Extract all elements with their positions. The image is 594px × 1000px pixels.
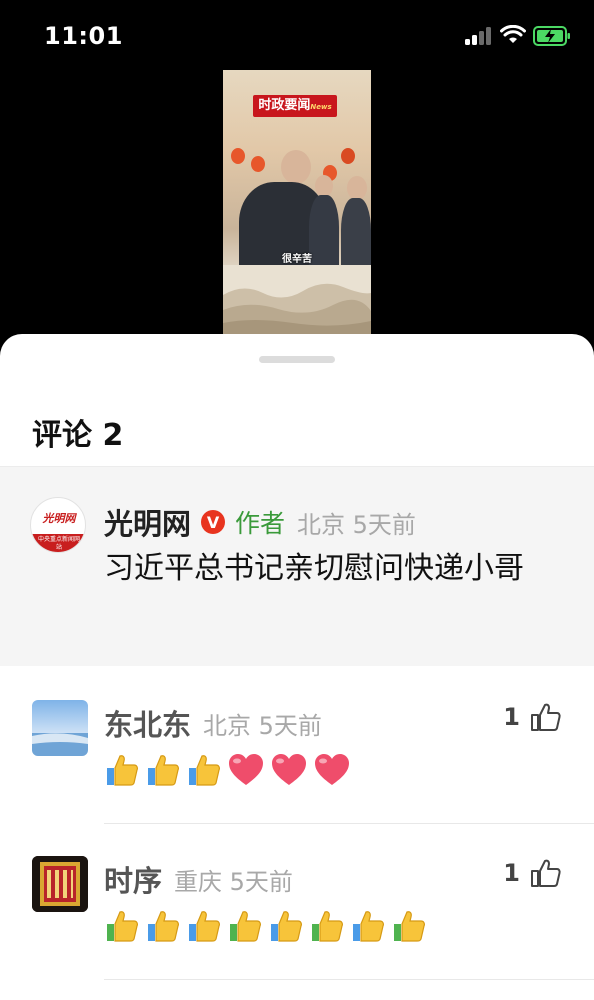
comment-meta: 重庆 5天前	[174, 867, 293, 896]
comment-item[interactable]: 时序 重庆 5天前 1	[0, 840, 594, 996]
like-button[interactable]: 1	[503, 702, 562, 732]
heart-emoji-icon	[272, 754, 306, 785]
thumbs-up-emoji-icon	[107, 911, 138, 942]
author-tag: 作者	[235, 509, 286, 538]
username[interactable]: 光明网	[104, 501, 191, 543]
thumbs-up-emoji-icon	[312, 911, 343, 942]
like-button[interactable]: 1	[503, 858, 562, 888]
username[interactable]: 时序	[104, 858, 162, 900]
comment-header: 东北东 北京 5天前	[104, 702, 322, 744]
comment-divider	[104, 823, 594, 824]
status-time: 11:01	[44, 22, 123, 50]
heart-emoji-icon	[229, 754, 263, 785]
comment-text: 习近平总书记亲切慰问快递小哥	[104, 551, 524, 586]
pinned-author-comment[interactable]: 光明网 中央重点新闻网站 光明网 V 作者 北京 5天前 习近平总书记亲切慰问快…	[0, 466, 594, 666]
comment-header: 光明网 V 作者 北京 5天前	[104, 501, 416, 543]
comment-divider	[104, 979, 594, 980]
video-player[interactable]: 时政要闻News 很辛苦	[223, 70, 371, 335]
thumbs-up-emoji-icon	[189, 755, 220, 786]
username[interactable]: 东北东	[104, 702, 191, 744]
video-caption: 很辛苦	[282, 254, 312, 265]
battery-charging-icon	[533, 26, 570, 46]
thumbs-up-emoji-icon	[107, 755, 138, 786]
thumbs-up-outline-icon	[531, 859, 561, 887]
comment-emoji-text	[104, 752, 351, 788]
thumbs-up-outline-icon	[531, 703, 561, 731]
guangming-avatar[interactable]: 光明网 中央重点新闻网站	[30, 497, 86, 553]
like-count: 1	[503, 859, 520, 887]
wifi-icon	[500, 25, 526, 43]
thumbs-up-emoji-icon	[230, 911, 261, 942]
heart-emoji-icon	[315, 754, 349, 785]
comment-meta: 北京 5天前	[297, 510, 416, 539]
thumbs-up-emoji-icon	[353, 911, 384, 942]
verified-badge-icon: V	[201, 510, 226, 534]
user-avatar[interactable]	[32, 856, 88, 912]
comment-meta: 北京 5天前	[203, 711, 322, 740]
comments-title: 评论 2	[32, 418, 124, 453]
comments-sheet: 评论 2 光明网 中央重点新闻网站 光明网 V 作者 北京 5天前 习近平总书记…	[0, 334, 594, 1000]
thumbs-up-emoji-icon	[189, 911, 220, 942]
user-avatar[interactable]	[32, 700, 88, 756]
thumbs-up-emoji-icon	[148, 911, 179, 942]
thumbs-up-emoji-icon	[148, 755, 179, 786]
sheet-drag-handle[interactable]	[259, 356, 335, 363]
cellular-signal-icon	[465, 27, 493, 45]
thumbs-up-emoji-icon	[271, 911, 302, 942]
status-bar: 11:01	[0, 0, 594, 70]
like-count: 1	[503, 703, 520, 731]
thumbs-up-emoji-icon	[394, 911, 425, 942]
comment-item[interactable]: 东北东 北京 5天前 1	[0, 684, 594, 840]
news-banner: 时政要闻News	[253, 95, 337, 117]
comment-header: 时序 重庆 5天前	[104, 858, 293, 900]
mountain-illustration	[223, 265, 371, 335]
comment-emoji-text	[104, 908, 427, 944]
